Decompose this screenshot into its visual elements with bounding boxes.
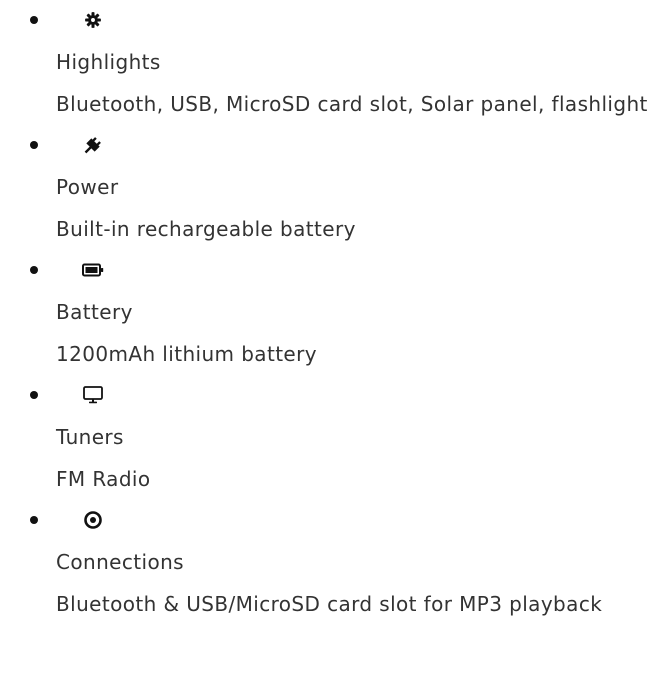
battery-icon <box>82 260 104 280</box>
feature-value: 1200mAh lithium battery <box>56 342 317 366</box>
feature-value: Bluetooth, USB, MicroSD card slot, Solar… <box>56 92 648 116</box>
feature-value: Built-in rechargeable battery <box>56 217 356 241</box>
feature-title: Power <box>56 175 119 199</box>
feature-item-power: Power Built-in rechargeable battery <box>0 125 650 250</box>
list-bullet <box>30 266 38 274</box>
feature-icon-row <box>30 500 650 540</box>
feature-icon-row <box>30 250 650 290</box>
feature-item-highlights: Highlights Bluetooth, USB, MicroSD card … <box>0 0 650 125</box>
feature-icon-row <box>30 375 650 415</box>
feature-item-battery: Battery 1200mAh lithium battery <box>0 250 650 375</box>
feature-title: Connections <box>56 550 184 574</box>
feature-icon-row <box>30 0 650 40</box>
list-bullet <box>30 516 38 524</box>
list-bullet <box>30 391 38 399</box>
feature-icon-row <box>30 125 650 165</box>
gear-icon <box>82 10 104 30</box>
feature-value: FM Radio <box>56 467 151 491</box>
plug-icon <box>82 135 104 155</box>
target-icon <box>82 510 104 530</box>
feature-item-connections: Connections Bluetooth & USB/MicroSD card… <box>0 500 650 625</box>
list-bullet <box>30 141 38 149</box>
feature-title: Battery <box>56 300 133 324</box>
list-bullet <box>30 16 38 24</box>
feature-title: Tuners <box>56 425 124 449</box>
feature-item-tuners: Tuners FM Radio <box>0 375 650 500</box>
feature-title: Highlights <box>56 50 161 74</box>
monitor-icon <box>82 385 104 405</box>
feature-list: Highlights Bluetooth, USB, MicroSD card … <box>0 0 650 625</box>
feature-value: Bluetooth & USB/MicroSD card slot for MP… <box>56 592 603 616</box>
